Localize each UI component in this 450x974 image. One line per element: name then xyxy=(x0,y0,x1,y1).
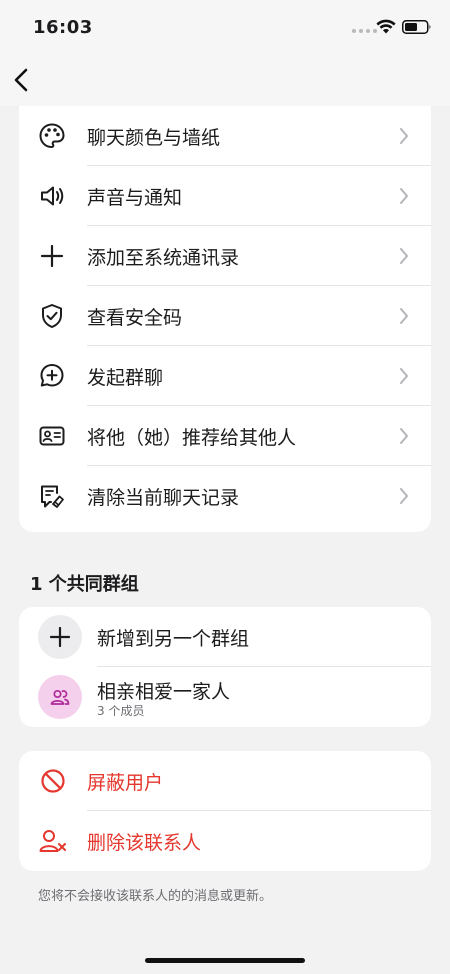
chat-plus-icon xyxy=(37,361,67,391)
row-label: 查看安全码 xyxy=(87,306,183,329)
status-bar: 16:03 xyxy=(0,0,450,52)
row-label: 发起群聊 xyxy=(87,366,164,389)
chevron-right-icon xyxy=(399,366,411,386)
row-label: 声音与通知 xyxy=(87,186,183,209)
add-to-group-label: 新增到另一个群组 xyxy=(97,627,250,650)
chevron-right-icon xyxy=(399,186,411,206)
row-label: 将他（她）推荐给其他人 xyxy=(87,426,297,449)
common-groups-list: 新增到另一个群组 相亲相爱一家人 3 个成员 xyxy=(19,607,431,727)
group-row[interactable]: 相亲相爱一家人 3 个成员 xyxy=(19,667,431,727)
remove-user-icon xyxy=(38,826,68,856)
row-label: 添加至系统通讯录 xyxy=(87,246,240,269)
footer-note: 您将不会接收该联系人的的消息或更新。 xyxy=(38,889,273,904)
danger-actions-list: 屏蔽用户 删除该联系人 xyxy=(19,751,431,871)
delete-contact-label: 删除该联系人 xyxy=(87,831,202,854)
group-people-icon xyxy=(50,689,70,705)
plus-icon xyxy=(49,626,71,648)
chevron-right-icon xyxy=(399,246,411,266)
status-time: 16:03 xyxy=(33,17,93,38)
home-indicator[interactable] xyxy=(145,958,305,963)
row-label: 聊天颜色与墙纸 xyxy=(87,126,221,149)
chevron-right-icon xyxy=(399,426,411,446)
group-avatar xyxy=(38,675,82,719)
chevron-right-icon xyxy=(399,486,411,506)
add-to-group-row[interactable]: 新增到另一个群组 xyxy=(19,607,431,667)
speaker-icon xyxy=(37,181,67,211)
block-icon xyxy=(38,766,68,796)
shield-check-icon xyxy=(37,301,67,331)
group-name: 相亲相爱一家人 xyxy=(97,681,231,703)
view-safety-number-row[interactable]: 查看安全码 xyxy=(19,286,431,346)
chat-color-wallpaper-row[interactable]: 聊天颜色与墙纸 xyxy=(19,106,431,166)
chevron-right-icon xyxy=(399,306,411,326)
chevron-right-icon xyxy=(399,126,411,146)
wifi-icon xyxy=(376,19,396,34)
plus-icon xyxy=(37,241,67,271)
signal-dots-icon xyxy=(352,29,377,33)
clear-chat-history-row[interactable]: 清除当前聊天记录 xyxy=(19,466,431,526)
delete-contact-row[interactable]: 删除该联系人 xyxy=(19,811,431,871)
add-to-contacts-row[interactable]: 添加至系统通讯录 xyxy=(19,226,431,286)
block-user-row[interactable]: 屏蔽用户 xyxy=(19,751,431,811)
recommend-contact-row[interactable]: 将他（她）推荐给其他人 xyxy=(19,406,431,466)
common-groups-title: 1 个共同群组 xyxy=(30,574,139,595)
back-button[interactable] xyxy=(6,60,36,100)
block-user-label: 屏蔽用户 xyxy=(87,771,164,794)
add-group-avatar xyxy=(38,615,82,659)
contact-card-icon xyxy=(37,421,67,451)
chevron-left-icon xyxy=(14,68,28,92)
sound-notification-row[interactable]: 声音与通知 xyxy=(19,166,431,226)
row-label: 清除当前聊天记录 xyxy=(87,486,240,509)
start-group-chat-row[interactable]: 发起群聊 xyxy=(19,346,431,406)
clear-chat-icon xyxy=(37,481,67,511)
conversation-settings-list: 聊天颜色与墙纸 声音与通知 添加至系统通讯录 查看安全码 发起群聊 将他（她）推… xyxy=(19,106,431,532)
nav-bar xyxy=(0,52,450,106)
palette-icon xyxy=(37,121,67,151)
group-member-count: 3 个成员 xyxy=(97,704,145,718)
battery-icon xyxy=(402,20,431,34)
